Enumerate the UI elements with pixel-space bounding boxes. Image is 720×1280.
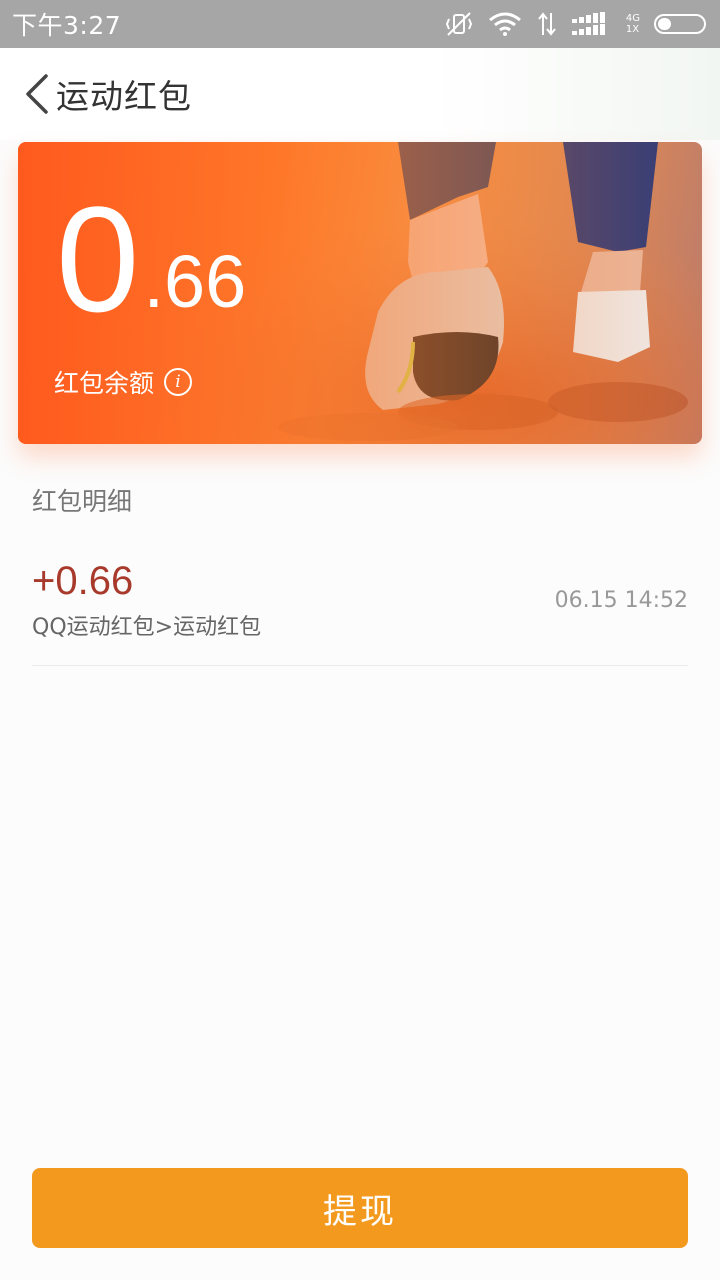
page-title: 运动红包 (56, 77, 192, 116)
chevron-left-icon (26, 74, 48, 114)
network-type-top: 4G (625, 13, 640, 24)
balance-amount: 0 .66 (56, 175, 247, 343)
battery-level (658, 18, 672, 30)
data-arrows-icon (536, 11, 558, 37)
status-time: 下午3:27 (12, 11, 122, 40)
back-button[interactable] (12, 64, 62, 124)
vibrate-off-icon (444, 11, 474, 37)
balance-label-row: 红包余额 i (54, 364, 193, 400)
status-bar: 下午3:27 4G 1X (0, 0, 720, 48)
info-icon[interactable]: i (164, 368, 193, 396)
signal-icon (571, 12, 612, 36)
network-type-bottom: 1X (625, 24, 640, 35)
battery-icon (654, 14, 706, 34)
details-section-title: 红包明细 (32, 487, 133, 516)
balance-decimal: .66 (143, 240, 247, 323)
status-icons: 4G 1X (444, 11, 706, 37)
record-source: QQ运动红包>运动红包 (32, 615, 262, 640)
header: 运动红包 (0, 48, 720, 140)
withdraw-button[interactable]: 提现 (32, 1168, 688, 1248)
list-item: +0.66 QQ运动红包>运动红包 06.15 14:52 (32, 555, 688, 666)
balance-label: 红包余额 (54, 369, 155, 398)
balance-card: 0 .66 红包余额 i (18, 142, 702, 444)
record-amount: +0.66 (32, 559, 134, 603)
wifi-icon (488, 11, 522, 37)
record-time: 06.15 14:52 (554, 588, 688, 613)
balance-integer: 0 (56, 175, 140, 343)
network-type: 4G 1X (626, 13, 640, 35)
